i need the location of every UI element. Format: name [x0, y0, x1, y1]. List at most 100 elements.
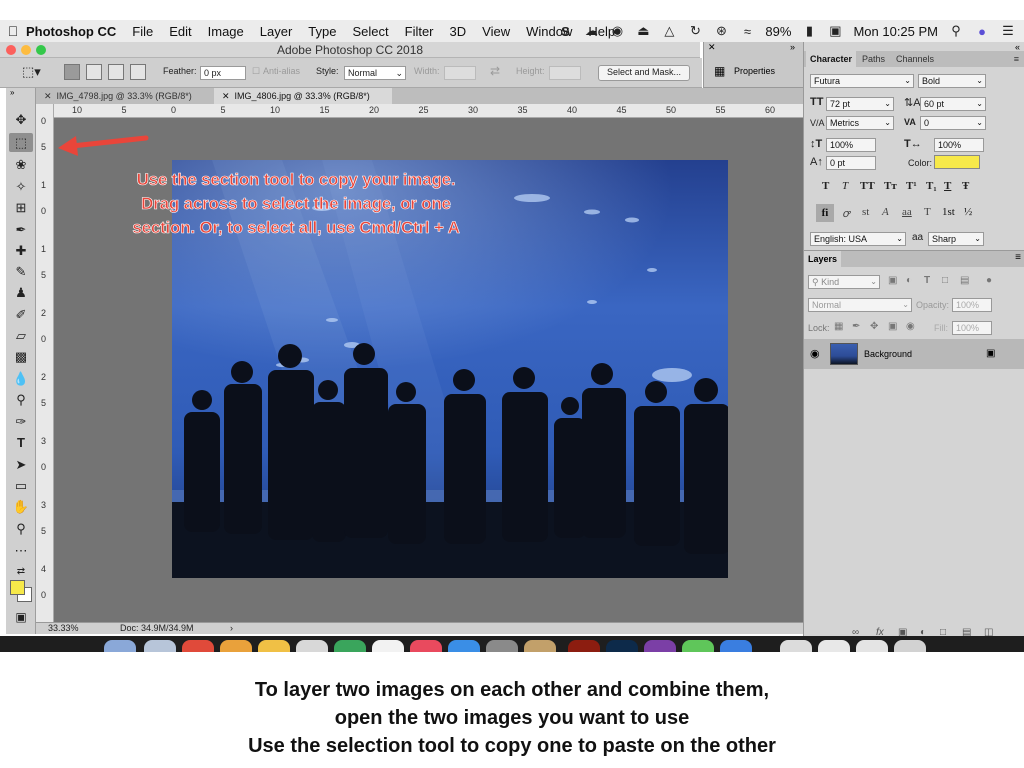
app-icon[interactable] — [182, 640, 214, 652]
bluetooth-icon[interactable]: ⊛ — [713, 23, 729, 39]
foreground-color-swatch[interactable] — [10, 580, 25, 595]
menu-file[interactable]: File — [132, 24, 153, 39]
zoom-tool-icon[interactable]: ⚲ — [9, 519, 33, 538]
tab-layers[interactable]: Layers — [804, 251, 842, 267]
clock[interactable]: Mon 10:25 PM — [853, 24, 938, 39]
menu-type[interactable]: Type — [308, 24, 336, 39]
panel-menu-icon[interactable]: ≡ — [1015, 252, 1021, 263]
swap-colors-icon[interactable]: ⇄ — [9, 562, 33, 581]
hand-tool-icon[interactable]: ✋ — [9, 497, 33, 516]
swap-icon[interactable]: ⇄ — [490, 64, 500, 78]
pixel-filter-icon[interactable]: ▣ — [888, 275, 897, 286]
subscript-button[interactable]: T₁ — [926, 180, 937, 192]
app-icon[interactable] — [720, 640, 752, 652]
trash-icon[interactable] — [894, 640, 926, 652]
kerning-select[interactable]: Metrics ⌄ — [826, 116, 894, 130]
lock-position-icon[interactable]: ✥ — [870, 321, 878, 332]
display-icon[interactable]: ▣ — [827, 23, 843, 39]
old-style-button[interactable]: ꝍ — [842, 206, 849, 221]
eraser-tool-icon[interactable]: ▱ — [9, 326, 33, 345]
style-select[interactable]: Normal ⌄ — [344, 66, 406, 80]
photos-icon[interactable] — [220, 640, 252, 652]
more-tools-icon[interactable]: ⋯ — [9, 541, 33, 560]
properties-label[interactable]: Properties — [734, 66, 775, 76]
dodge-tool-icon[interactable]: ⚲ — [9, 390, 33, 409]
pen-tool-icon[interactable]: ✑ — [9, 412, 33, 431]
chevron-right-icon[interactable]: › — [230, 623, 233, 633]
font-style-select[interactable]: Bold ⌄ — [918, 74, 986, 88]
antialias-checkbox[interactable]: ☐ — [252, 66, 260, 77]
fill-input[interactable]: 100% — [952, 321, 992, 335]
lock-image-icon[interactable]: ✒ — [852, 321, 860, 332]
smart-object-filter-icon[interactable]: ▤ — [960, 275, 969, 286]
notes-icon[interactable] — [258, 640, 290, 652]
path-select-tool-icon[interactable]: ➤ — [9, 455, 33, 474]
airplay-icon[interactable]: △ — [661, 23, 677, 39]
type-tool-icon[interactable]: T — [9, 433, 33, 452]
time-machine-icon[interactable]: ↻ — [687, 23, 703, 39]
cloud-icon[interactable]: ☁ — [583, 23, 599, 39]
leading-input[interactable]: 60 pt ⌄ — [920, 97, 986, 111]
stylistic-alternates-button[interactable]: A — [882, 206, 889, 218]
swash-button[interactable]: st — [862, 206, 869, 218]
tab-channels[interactable]: Channels — [892, 51, 938, 67]
calendar-icon[interactable] — [372, 640, 404, 652]
eyedropper-tool-icon[interactable]: ✒ — [9, 220, 33, 239]
layer-row[interactable]: ◉ Background ▣ — [804, 339, 1024, 369]
healing-brush-tool-icon[interactable]: ✚ — [9, 241, 33, 260]
superscript-button[interactable]: T¹ — [906, 180, 917, 192]
blend-mode-select[interactable]: Normal ⌄ — [808, 298, 912, 312]
menu-layer[interactable]: Layer — [260, 24, 293, 39]
height-input[interactable] — [549, 66, 581, 80]
doc-tab-2[interactable]: ✕ IMG_4806.jpg @ 33.3% (RGB/8*) — [214, 88, 392, 104]
intersect-selection-button[interactable] — [130, 64, 146, 80]
strikethrough-button[interactable]: Ŧ — [962, 180, 969, 192]
marquee-preset-icon[interactable]: ⬚▾ — [22, 64, 41, 80]
font-family-select[interactable]: Futura ⌄ — [810, 74, 914, 88]
filter-kind-select[interactable]: ⚲ Kind ⌄ — [808, 275, 880, 289]
opacity-input[interactable]: 100% — [952, 298, 992, 312]
type-filter-icon[interactable]: T — [924, 275, 930, 286]
layer-name[interactable]: Background — [864, 349, 912, 359]
add-selection-button[interactable] — [86, 64, 102, 80]
tab-paths[interactable]: Paths — [858, 51, 889, 67]
photoshop-icon[interactable] — [606, 640, 638, 652]
music-icon[interactable] — [410, 640, 442, 652]
close-icon[interactable]: ✕ — [708, 42, 716, 53]
menu-3d[interactable]: 3D — [450, 24, 467, 39]
search-icon[interactable]: ⚲ — [948, 23, 964, 39]
adjustment-filter-icon[interactable]: ◐ — [906, 275, 912, 286]
menu-select[interactable]: Select — [352, 24, 388, 39]
vertical-scale-input[interactable]: 100% — [826, 138, 876, 152]
menu-view[interactable]: View — [482, 24, 510, 39]
downloads-icon[interactable] — [818, 640, 850, 652]
filter-toggle-icon[interactable]: ● — [986, 275, 992, 286]
reminders-icon[interactable] — [296, 640, 328, 652]
lasso-tool-icon[interactable]: ❀ — [9, 155, 33, 174]
underline-button[interactable]: T — [944, 180, 951, 192]
quick-select-tool-icon[interactable]: ✧ — [9, 177, 33, 196]
menu-image[interactable]: Image — [208, 24, 244, 39]
horizontal-scale-input[interactable]: 100% — [934, 138, 984, 152]
collapse-icon[interactable]: » — [10, 88, 14, 97]
blur-tool-icon[interactable]: 💧 — [9, 369, 33, 388]
list-icon[interactable]: ☰ — [1000, 23, 1016, 39]
doc-tab-1[interactable]: ✕ IMG_4798.jpg @ 33.3% (RGB/8*) — [36, 88, 214, 104]
all-caps-button[interactable]: TT — [860, 180, 875, 192]
rectangle-tool-icon[interactable]: ▭ — [9, 476, 33, 495]
messages-icon[interactable] — [682, 640, 714, 652]
language-select[interactable]: English: USA ⌄ — [810, 232, 906, 246]
properties-icon[interactable]: ▦ — [714, 64, 725, 78]
fractions-button[interactable]: ½ — [964, 206, 972, 218]
s-icon[interactable]: S — [557, 24, 573, 39]
baseline-shift-input[interactable]: 0 pt — [826, 156, 876, 170]
eject-icon[interactable]: ⏏ — [635, 23, 651, 39]
eye-icon[interactable]: ◉ — [810, 347, 820, 360]
close-icon[interactable]: ✕ — [222, 91, 235, 101]
settings-icon[interactable] — [486, 640, 518, 652]
quick-mask-icon[interactable]: ▣ — [9, 608, 33, 627]
history-brush-tool-icon[interactable]: ✐ — [9, 305, 33, 324]
tracking-select[interactable]: 0 ⌄ — [920, 116, 986, 130]
app-menu[interactable]: Photoshop CC — [26, 24, 116, 39]
tab-character[interactable]: Character — [806, 51, 857, 67]
